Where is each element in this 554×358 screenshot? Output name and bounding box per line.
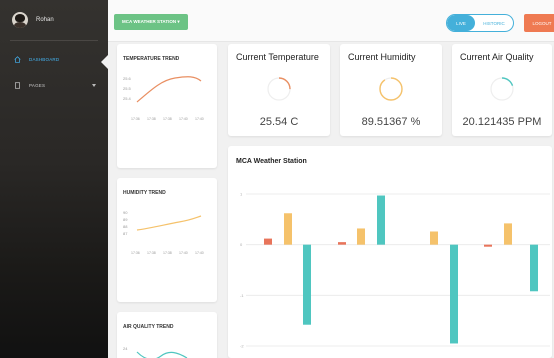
bar [357, 228, 365, 245]
metric-title: Current Temperature [236, 52, 319, 62]
bar [377, 195, 385, 245]
y-tick-label: 25.4 [123, 96, 132, 101]
x-tick-label: 17:40 [195, 117, 204, 121]
home-icon [14, 56, 21, 63]
sidebar-item-label: PAGES [29, 83, 46, 88]
y-tick-label: 88 [123, 224, 128, 229]
air-quality-trend-chart: 24 [123, 346, 188, 358]
live-toggle[interactable]: LIVE [447, 15, 475, 31]
sidebar-item-pages[interactable]: PAGES [14, 82, 45, 89]
bar [303, 244, 311, 325]
metric-value: 89.51367 % [361, 116, 421, 128]
avatar [12, 12, 28, 28]
file-icon [15, 82, 20, 89]
x-tick-label: 17:38 [147, 251, 156, 255]
x-tick-label: 17:40 [179, 117, 188, 121]
bar [284, 213, 292, 245]
x-tick-label: 17:40 [179, 251, 188, 255]
metric-value: 25.54 C [259, 116, 299, 128]
bar [504, 223, 512, 245]
metric-card-air-quality: Current Air Quality 20.121435 PPM [452, 44, 552, 136]
x-tick-label: 17:38 [147, 117, 156, 121]
station-dropdown-button[interactable]: MCA WEATHER STATION ▾ [114, 14, 188, 30]
bar [338, 242, 346, 245]
x-tick-label: 17:38 [163, 251, 172, 255]
active-pointer [101, 55, 108, 69]
air-quality-trend-line [136, 351, 188, 358]
user-profile[interactable]: Rohan [12, 12, 54, 28]
y-tick-label: 1 [240, 192, 243, 197]
temperature-trend-chart: 25.6 25.5 25.4 17:36 17:38 17:38 17:40 1… [123, 76, 204, 121]
y-tick-label: 0 [240, 242, 243, 247]
station-chart-card: MCA Weather Station 1 0 -1 -2 [228, 146, 552, 358]
sidebar: Rohan DASHBOARD PAGES [0, 0, 108, 358]
x-tick-label: 17:36 [131, 117, 140, 121]
air-quality-trend-card: AIR QUALITY TREND 24 [117, 312, 217, 358]
sidebar-divider [10, 40, 98, 41]
x-tick-label: 17:38 [163, 117, 172, 121]
metric-card-temperature: Current Temperature 25.54 C [228, 44, 330, 136]
metric-card-humidity: Current Humidity 89.51367 % [340, 44, 442, 136]
bar-chart: 1 0 -1 -2 [240, 192, 550, 349]
bar [450, 244, 458, 344]
humidity-gauge [379, 77, 403, 101]
x-tick-label: 17:40 [195, 251, 204, 255]
y-tick-label: -2 [240, 344, 244, 349]
live-historic-toggle[interactable]: LIVE HISTORIC [446, 14, 514, 32]
y-tick-label: 24 [123, 346, 128, 351]
user-name: Rohan [36, 17, 54, 23]
y-tick-label: 25.5 [123, 86, 132, 91]
bar [430, 231, 438, 245]
gauge-arc [379, 77, 403, 101]
metric-title: Current Humidity [348, 52, 416, 62]
y-tick-label: 89 [123, 217, 128, 222]
sidebar-item-label: DASHBOARD [29, 57, 60, 62]
y-tick-label: 87 [123, 231, 128, 236]
bar [530, 244, 538, 292]
humidity-trend-line [136, 215, 202, 231]
bar [484, 244, 492, 247]
top-bar: MCA WEATHER STATION ▾ LIVE HISTORIC LOGO… [108, 0, 554, 42]
humidity-trend-card: HUMIDITY TREND 90 89 88 87 17:36 17:38 1… [117, 178, 217, 302]
bar [264, 238, 272, 245]
logout-button[interactable]: LOGOUT [524, 14, 554, 32]
temperature-trend-card: TEMPERATURE TREND 25.6 25.5 25.4 17:36 1… [117, 44, 217, 168]
y-tick-label: -1 [240, 293, 244, 298]
historic-toggle[interactable]: HISTORIC [475, 15, 513, 31]
humidity-trend-chart: 90 89 88 87 17:36 17:38 17:38 17:40 17:4… [123, 210, 204, 255]
metric-title: Current Air Quality [460, 52, 534, 62]
metric-value: 20.121435 PPM [462, 116, 542, 128]
y-tick-label: 25.6 [123, 76, 132, 81]
x-tick-label: 17:36 [131, 251, 140, 255]
sidebar-item-dashboard[interactable]: DASHBOARD [14, 56, 59, 63]
temperature-trend-line [136, 76, 202, 103]
temperature-gauge [267, 77, 291, 101]
air-quality-gauge [490, 77, 514, 101]
y-tick-label: 90 [123, 210, 128, 215]
chevron-down-icon[interactable] [92, 84, 96, 87]
